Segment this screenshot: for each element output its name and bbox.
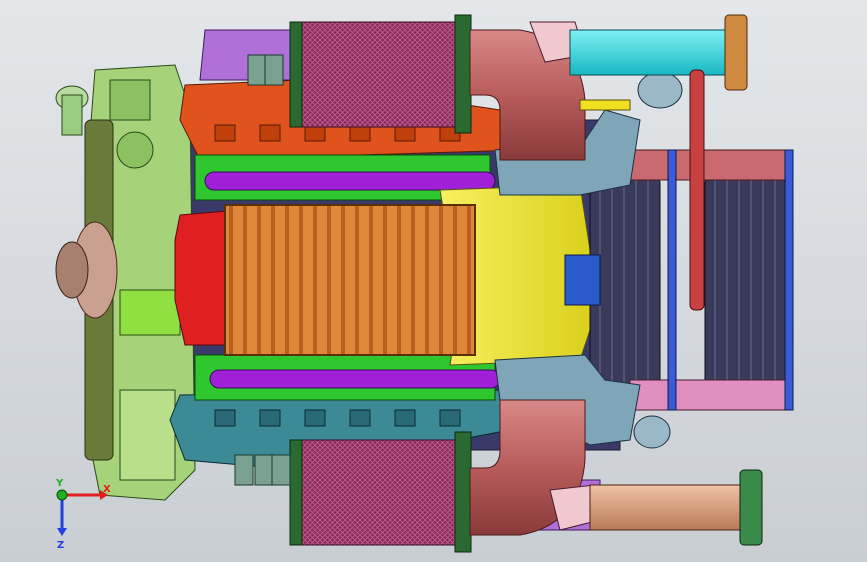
thermostat-housing[interactable] bbox=[55, 85, 89, 136]
triad-y-label: Y bbox=[55, 478, 64, 489]
idler-pulley[interactable] bbox=[689, 69, 705, 311]
engine-assembly-model[interactable]: X Y Z bbox=[0, 0, 867, 562]
triad-x-label: X bbox=[103, 484, 111, 495]
oil-line[interactable] bbox=[579, 99, 631, 111]
fuel-rail-top[interactable] bbox=[204, 171, 496, 191]
fuel-rail-bottom[interactable] bbox=[209, 369, 501, 389]
air-filter-top[interactable] bbox=[289, 14, 472, 134]
intercooler-core[interactable] bbox=[224, 204, 476, 356]
view-triad: X Y Z bbox=[55, 478, 111, 551]
triad-z-label: Z bbox=[57, 540, 64, 551]
cad-viewport[interactable]: X Y Z bbox=[0, 0, 867, 562]
air-filter-bottom[interactable] bbox=[289, 431, 472, 553]
